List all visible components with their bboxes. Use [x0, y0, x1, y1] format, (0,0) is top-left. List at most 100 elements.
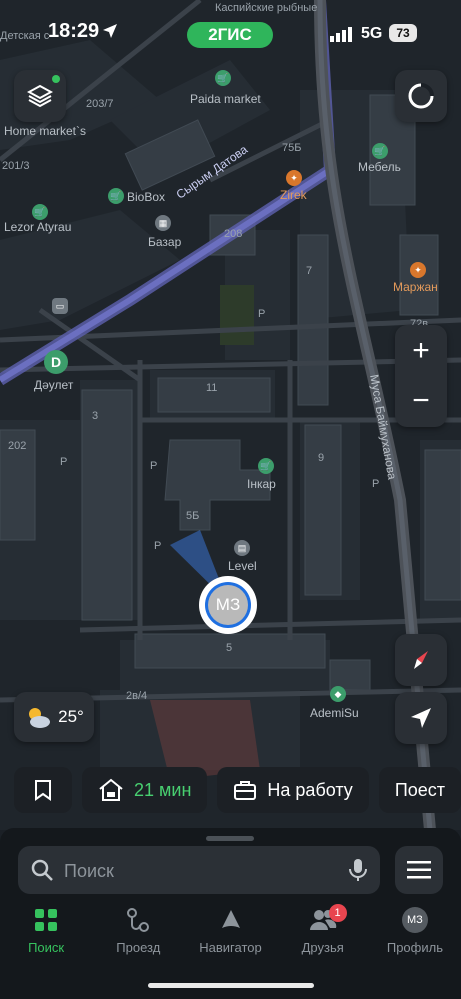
shop-pin[interactable]: ◆: [330, 686, 346, 702]
tab-label: Навигатор: [199, 940, 262, 955]
navigator-icon: [217, 906, 245, 934]
poi-label-bazar[interactable]: Базар: [148, 235, 181, 249]
building-number: 11: [206, 382, 218, 394]
building-number: 201/3: [2, 160, 30, 172]
poi-label-level[interactable]: Level: [228, 559, 257, 573]
bookmark-icon: [35, 780, 51, 801]
layers-icon: [27, 84, 53, 108]
zoom-out-button[interactable]: −: [395, 376, 447, 426]
parking-label: P: [258, 308, 266, 320]
work-label: На работу: [267, 779, 353, 800]
status-bar: 18:29 2ГИС 5G 73: [0, 0, 461, 64]
shop-pin[interactable]: 🛒: [372, 143, 388, 159]
battery-level: 73: [396, 26, 410, 40]
poi-label-inkar[interactable]: Інкар: [247, 477, 276, 491]
user-initials: МЗ: [208, 585, 248, 625]
tab-label: Проезд: [116, 940, 161, 955]
search-input[interactable]: [62, 846, 336, 896]
poi-label-home-market[interactable]: Home market`s: [4, 124, 86, 138]
tab-label: Друзья: [301, 940, 344, 955]
tab-label: Поиск: [28, 940, 65, 955]
briefcase-icon: [234, 781, 257, 800]
route-work-button[interactable]: На работу: [217, 767, 369, 813]
shop-pin[interactable]: 🛒: [32, 204, 48, 220]
network-type: 5G: [361, 25, 383, 42]
tab-route[interactable]: Проезд: [92, 906, 184, 966]
microphone-icon[interactable]: [348, 858, 368, 882]
weather-widget[interactable]: 25°: [14, 692, 94, 742]
tab-label: Профиль: [386, 940, 443, 955]
status-time: 18:29: [48, 20, 100, 42]
menu-button[interactable]: [395, 846, 443, 894]
parking-label: P: [150, 460, 158, 472]
poi-label-biobox[interactable]: BioBox: [127, 190, 165, 204]
tab-bar: Поиск Проезд Навигатор 1 Друзья МЗ Профи…: [0, 904, 461, 966]
tab-navigator[interactable]: Навигатор: [184, 906, 276, 966]
poi-label-lezor[interactable]: Lezor Atyrau: [4, 220, 71, 234]
home-car-icon: [99, 778, 123, 801]
parking-label: P: [154, 540, 162, 552]
shop-pin[interactable]: 🛒: [215, 70, 231, 86]
hamburger-menu-icon: [407, 861, 431, 879]
quick-routes-bar: 21 мин На работу Поест: [14, 767, 461, 815]
pharmacy-d-icon[interactable]: D: [44, 350, 68, 374]
shop-pin[interactable]: 🛒: [258, 458, 274, 474]
signal-icon: [330, 27, 352, 42]
building-number: 75Б: [282, 142, 302, 154]
parking-label: P: [60, 456, 68, 468]
layers-indicator-dot: [52, 75, 60, 83]
service-pin[interactable]: ▤: [234, 540, 250, 556]
sun-cloud-icon: [29, 708, 51, 728]
search-grid-icon: [32, 906, 60, 934]
building-number: 5Б: [186, 510, 200, 522]
app-brand-badge[interactable]: 2ГИС: [187, 22, 273, 48]
circle-logo-icon: [408, 83, 434, 109]
poi-label-ademisu[interactable]: AdemiSu: [310, 706, 359, 720]
route-planner-button[interactable]: [395, 70, 447, 122]
north-compass-button[interactable]: [395, 634, 447, 686]
home-eta: 21 мин: [134, 779, 192, 800]
brand-label: 2ГИС: [208, 25, 252, 44]
shop-pin[interactable]: 🛒: [108, 188, 124, 204]
building-number: 202: [8, 440, 27, 452]
poi-label-paida[interactable]: Paida market: [190, 92, 261, 106]
parking-label: P: [372, 478, 380, 490]
route-more-button[interactable]: Поест: [378, 767, 461, 813]
building-number: 5: [226, 642, 233, 654]
bookmarks-button[interactable]: [14, 767, 72, 813]
temperature-label: 25°: [58, 707, 84, 726]
building-number: 208: [224, 228, 243, 240]
poi-label-mebel[interactable]: Мебель: [358, 160, 401, 174]
search-icon: [31, 859, 53, 881]
search-bar[interactable]: [18, 846, 380, 896]
user-location-marker[interactable]: МЗ: [199, 576, 257, 634]
user-location-ring: МЗ: [205, 582, 251, 628]
location-arrow-icon: [103, 24, 117, 38]
friends-badge: 1: [328, 904, 347, 922]
tab-search[interactable]: Поиск: [0, 906, 92, 966]
tab-friends[interactable]: 1 Друзья: [277, 904, 369, 966]
building-number: 203/7: [86, 98, 114, 110]
my-location-button[interactable]: [395, 692, 447, 744]
compass-needle-icon: [414, 651, 428, 669]
building-number: 2в/4: [126, 690, 148, 702]
tab-profile[interactable]: МЗ Профиль: [369, 906, 461, 966]
profile-initials: МЗ: [401, 907, 428, 933]
restaurant-pin[interactable]: ✦: [286, 170, 302, 186]
poi-label-daulet[interactable]: Дәулет: [34, 378, 73, 392]
locate-arrow-icon: [411, 708, 431, 728]
building-number: 3: [92, 410, 99, 422]
building-number: 7: [306, 265, 313, 277]
zoom-in-button[interactable]: +: [395, 326, 447, 376]
more-label: Поест: [394, 779, 446, 800]
bus-stop-icon[interactable]: ▭: [52, 298, 68, 314]
poi-label-zirek[interactable]: Zirek: [280, 188, 307, 202]
profile-avatar: МЗ: [401, 906, 429, 934]
route-home-button[interactable]: 21 мин: [82, 767, 208, 813]
restaurant-pin[interactable]: ✦: [410, 262, 426, 278]
sheet-handle[interactable]: [206, 836, 254, 841]
poi-label-marzhan[interactable]: Маржан: [393, 280, 438, 294]
layers-button[interactable]: [14, 70, 66, 122]
market-pin[interactable]: ▦: [155, 215, 171, 231]
zoom-controls: + −: [395, 325, 447, 427]
